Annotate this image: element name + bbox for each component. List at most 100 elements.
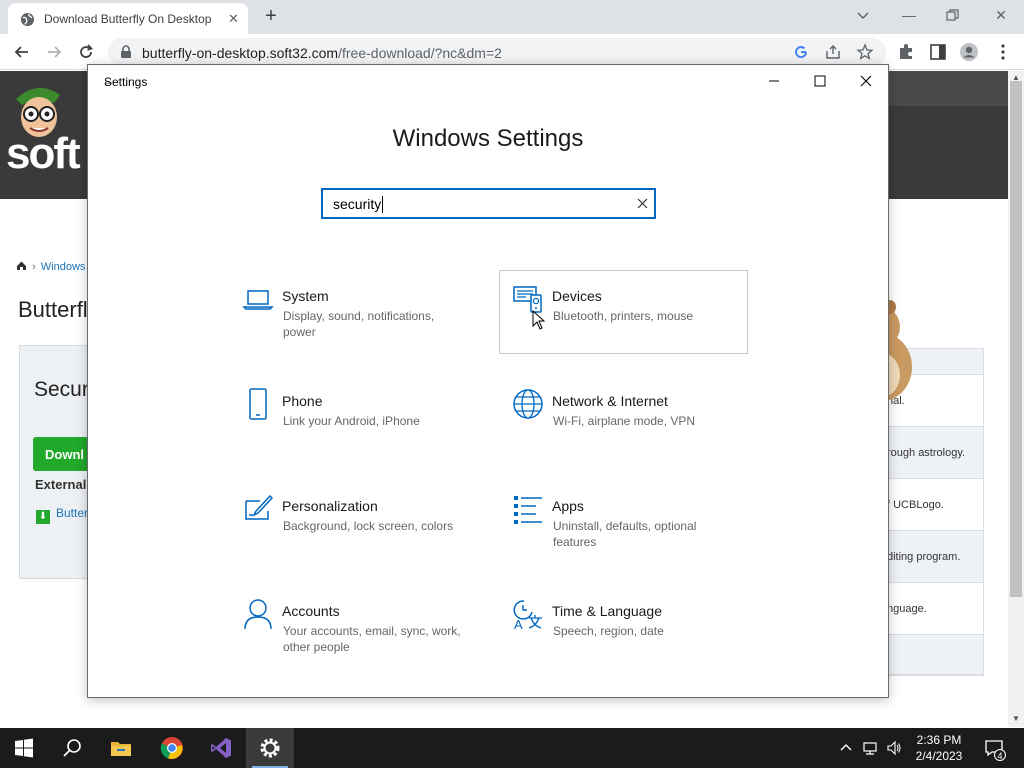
minimize-icon[interactable] <box>764 71 784 91</box>
tile-description: Display, sound, notifications, power <box>283 309 435 339</box>
windows-logo-icon <box>15 738 33 758</box>
list-item[interactable]: f UCBLogo. <box>885 479 983 531</box>
site-nav-bar <box>888 71 1008 106</box>
laptop-icon <box>242 290 274 310</box>
tile-phone[interactable]: Phone Link your Android, iPhone <box>229 375 478 459</box>
tile-apps[interactable]: Apps Uninstall, defaults, optional featu… <box>499 480 748 564</box>
taskbar-visual-studio[interactable] <box>197 728 245 768</box>
tile-name: Apps <box>552 498 584 514</box>
back-arrow-icon[interactable] <box>12 42 32 62</box>
list-item[interactable]: diting program. <box>885 531 983 583</box>
extensions-puzzle-icon[interactable] <box>896 42 916 62</box>
forward-arrow-icon[interactable] <box>44 42 64 62</box>
browser-menu-icon[interactable] <box>993 42 1013 62</box>
breadcrumb: › Windows <box>16 260 85 273</box>
new-tab-button[interactable]: + <box>262 5 280 27</box>
windows-taskbar: 2:36 PM 2/4/2023 4 <box>0 728 1024 768</box>
tile-name: Time & Language <box>552 603 662 619</box>
tile-description: Link your Android, iPhone <box>283 414 420 428</box>
list-item[interactable]: nguage. <box>885 583 983 635</box>
chrome-icon <box>160 737 183 760</box>
tile-description: Wi-Fi, airplane mode, VPN <box>553 414 696 428</box>
google-lens-icon[interactable] <box>792 43 810 61</box>
external-label: External <box>35 477 87 492</box>
browser-tab[interactable]: Download Butterfly On Desktop ✕ <box>8 3 248 34</box>
scroll-down-icon[interactable]: ▼ <box>1012 714 1020 723</box>
home-icon[interactable] <box>16 260 27 271</box>
time-language-icon: A <box>513 600 542 630</box>
clear-search-icon[interactable] <box>636 197 649 210</box>
tile-description: Your accounts, email, sync, work, other … <box>283 624 461 654</box>
breadcrumb-separator-icon: › <box>32 261 36 273</box>
globe-icon <box>513 389 543 419</box>
browser-close-icon[interactable]: ✕ <box>991 5 1011 25</box>
panel-heading: Secur <box>34 378 89 401</box>
address-bar[interactable]: butterfly-on-desktop.soft32.com/free-dow… <box>108 38 886 66</box>
download-arrow-icon: ⬇ <box>36 510 50 524</box>
tile-name: Devices <box>552 288 602 304</box>
tile-name: Network & Internet <box>552 393 668 409</box>
show-hidden-icons-chevron-icon[interactable] <box>838 740 854 756</box>
paint-icon <box>245 494 274 520</box>
tile-description: Bluetooth, printers, mouse <box>553 309 694 323</box>
settings-search-box[interactable] <box>321 188 656 219</box>
taskbar-settings[interactable] <box>246 728 294 768</box>
settings-titlebar[interactable]: ← Settings <box>88 65 888 97</box>
browser-tab-strip: Download Butterfly On Desktop ✕ + — ✕ <box>0 0 1024 34</box>
tab-close-icon[interactable]: ✕ <box>228 11 239 27</box>
page-scrollbar[interactable]: ▲ ▼ <box>1008 71 1024 727</box>
tab-title: Download Butterfly On Desktop <box>44 12 212 26</box>
taskbar-search-button[interactable] <box>48 728 96 768</box>
reload-icon[interactable] <box>76 42 96 62</box>
taskbar-file-explorer[interactable] <box>97 728 145 768</box>
scrollbar-thumb[interactable] <box>1010 81 1022 597</box>
site-logo-text[interactable]: soft <box>6 129 81 179</box>
url-text: butterfly-on-desktop.soft32.com/free-dow… <box>142 45 502 61</box>
tile-name: Accounts <box>282 603 340 619</box>
taskbar-chrome[interactable] <box>148 728 196 768</box>
start-button[interactable] <box>0 728 48 768</box>
person-icon <box>244 599 272 630</box>
tile-personalization[interactable]: Personalization Background, lock screen,… <box>229 480 478 564</box>
maximize-icon[interactable] <box>810 71 830 91</box>
system-clock[interactable]: 2:36 PM 2/4/2023 <box>910 732 968 764</box>
visual-studio-icon <box>211 738 231 758</box>
tile-network-internet[interactable]: Network & Internet Wi-Fi, airplane mode,… <box>499 375 748 459</box>
tile-time-language[interactable]: A Time & Language Speech, region, date <box>499 585 748 669</box>
tile-description: Uninstall, defaults, optional features <box>553 519 697 549</box>
external-download-link[interactable]: ⬇ Butter <box>36 506 88 524</box>
tile-description: Background, lock screen, colors <box>283 519 454 533</box>
mouse-pointer-icon <box>532 310 546 330</box>
tile-name: Personalization <box>282 498 378 514</box>
profile-avatar-icon[interactable] <box>959 42 979 62</box>
settings-window-title: Settings <box>104 75 148 89</box>
list-item[interactable]: rough astrology. <box>885 427 983 479</box>
browser-minimize-icon[interactable]: — <box>899 5 919 25</box>
breadcrumb-link[interactable]: Windows <box>41 261 86 273</box>
tile-system[interactable]: System Display, sound, notifications, po… <box>229 270 478 354</box>
bookmark-star-icon[interactable] <box>856 43 874 61</box>
volume-icon[interactable] <box>886 740 902 756</box>
tab-search-chevron-icon[interactable] <box>856 8 870 22</box>
gear-icon <box>260 738 280 758</box>
lock-icon[interactable] <box>120 45 132 59</box>
search-icon <box>63 739 81 757</box>
share-icon[interactable] <box>824 43 842 61</box>
apps-list-icon <box>514 496 542 524</box>
globe-favicon-icon <box>20 12 35 27</box>
side-panel-icon[interactable] <box>928 42 948 62</box>
settings-search-input[interactable] <box>333 195 623 213</box>
list-item[interactable] <box>885 635 983 675</box>
close-icon[interactable] <box>856 71 876 91</box>
settings-window: ← Settings Windows Settings System Displ… <box>87 64 889 698</box>
browser-restore-icon[interactable] <box>945 7 961 23</box>
tile-name: Phone <box>282 393 323 409</box>
tile-accounts[interactable]: Accounts Your accounts, email, sync, wor… <box>229 585 478 669</box>
text-caret <box>382 196 383 213</box>
clock-date: 2/4/2023 <box>915 749 963 763</box>
network-icon[interactable] <box>862 740 878 756</box>
clock-time: 2:36 PM <box>916 733 962 747</box>
svg-text:A: A <box>514 617 523 630</box>
notification-count-badge: 4 <box>994 749 1006 761</box>
folder-icon <box>111 742 131 756</box>
